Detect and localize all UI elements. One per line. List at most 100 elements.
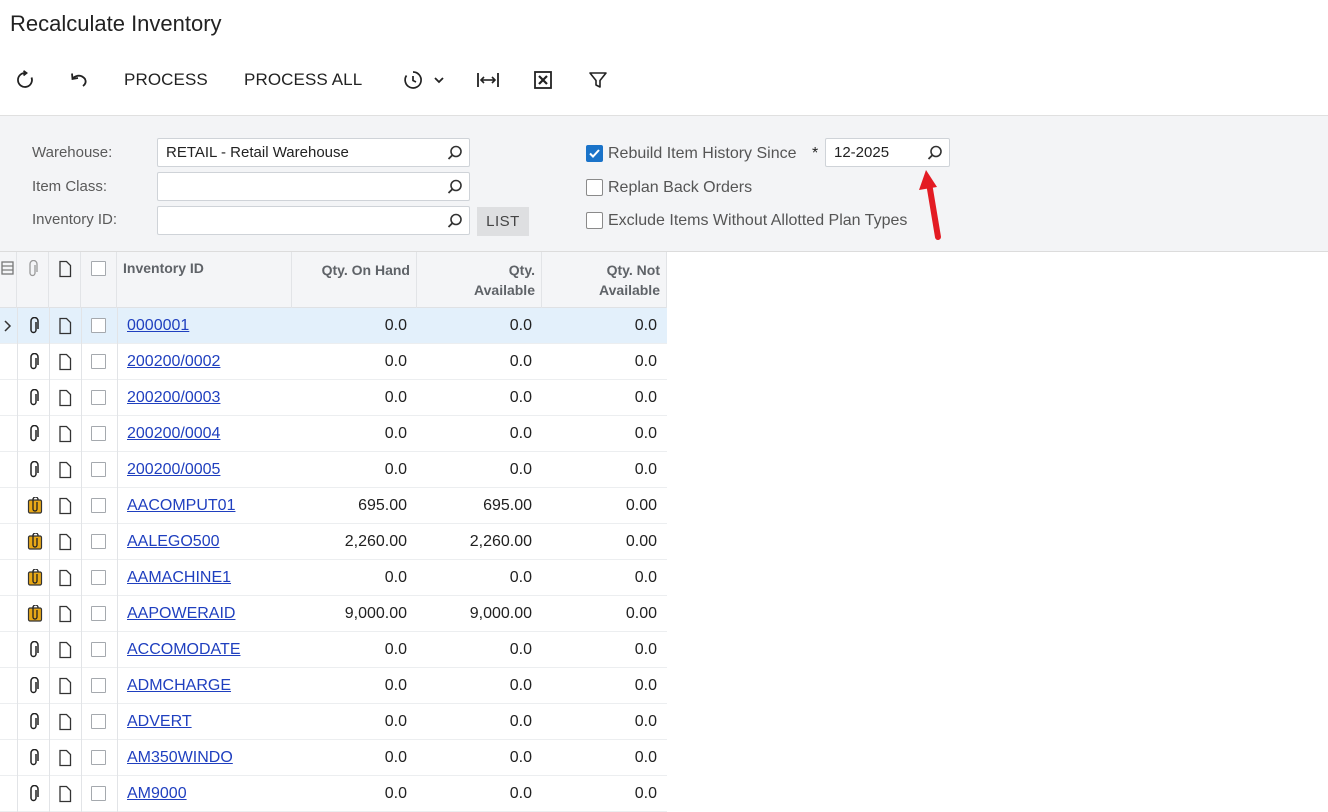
row-note-button[interactable] [58,632,76,668]
table-row[interactable]: AALEGO500 2,260.00 2,260.00 0.00 [0,524,667,560]
row-note-button[interactable] [58,704,76,740]
row-note-button[interactable] [58,416,76,452]
row-select-checkbox[interactable] [91,354,106,369]
inventory-id-link[interactable]: 200200/0002 [127,353,220,371]
inventory-id-link[interactable]: 200200/0004 [127,425,220,443]
process-button[interactable]: PROCESS [124,62,212,98]
row-note-button[interactable] [58,380,76,416]
row-select-checkbox[interactable] [91,714,106,729]
table-row[interactable]: AM350WINDO 0.0 0.0 0.0 [0,740,667,776]
row-attachment-button[interactable] [27,776,45,812]
row-attachment-button[interactable] [27,704,45,740]
paperclip-icon [30,353,39,370]
row-note-button[interactable] [58,308,76,344]
row-select-checkbox[interactable] [91,534,106,549]
table-row[interactable]: 0000001 0.0 0.0 0.0 [0,308,667,344]
row-attachment-button[interactable] [27,596,45,632]
inventory-id-link[interactable]: AM350WINDO [127,749,233,767]
row-attachment-button[interactable] [27,740,45,776]
table-row[interactable]: AAPOWERAID 9,000.00 9,000.00 0.00 [0,596,667,632]
row-note-button[interactable] [58,488,76,524]
table-row[interactable]: 200200/0003 0.0 0.0 0.0 [0,380,667,416]
inventory-id-field[interactable] [157,206,470,235]
process-all-button[interactable]: PROCESS ALL [244,62,368,98]
qty-not-available-header[interactable]: Qty. Not Available [542,252,667,308]
schedule-dropdown-button[interactable] [398,62,450,98]
row-attachment-button[interactable] [27,632,45,668]
row-select-checkbox[interactable] [91,606,106,621]
row-select-checkbox[interactable] [91,786,106,801]
inventory-id-link[interactable]: ADMCHARGE [127,677,231,695]
row-select-checkbox[interactable] [91,498,106,513]
grid-header: Inventory ID Qty. On Hand Qty. Available… [0,252,667,308]
select-all-checkbox[interactable] [91,261,106,276]
qty-available-header[interactable]: Qty. Available [417,252,542,308]
row-attachment-button[interactable] [27,416,45,452]
table-row[interactable]: AAMACHINE1 0.0 0.0 0.0 [0,560,667,596]
replan-back-orders-checkbox[interactable] [586,179,603,196]
row-select-checkbox[interactable] [91,426,106,441]
inventory-id-link[interactable]: 0000001 [127,317,189,335]
table-row[interactable]: AM9000 0.0 0.0 0.0 [0,776,667,812]
inventory-id-link[interactable]: 200200/0005 [127,461,220,479]
table-row[interactable]: ADVERT 0.0 0.0 0.0 [0,704,667,740]
row-attachment-button[interactable] [27,380,45,416]
rebuild-history-checkbox[interactable] [586,145,603,162]
row-attachment-button[interactable] [27,344,45,380]
search-icon[interactable] [446,212,464,230]
inventory-id-link[interactable]: AAMACHINE1 [127,569,231,587]
refresh-button[interactable] [12,62,38,98]
row-note-button[interactable] [58,344,76,380]
warehouse-field[interactable]: RETAIL - Retail Warehouse [157,138,470,167]
table-row[interactable]: 200200/0004 0.0 0.0 0.0 [0,416,667,452]
row-note-button[interactable] [58,668,76,704]
row-select-checkbox[interactable] [91,678,106,693]
table-row[interactable]: ADMCHARGE 0.0 0.0 0.0 [0,668,667,704]
search-icon[interactable] [926,144,944,162]
inventory-id-link[interactable]: AACOMPUT01 [127,497,235,515]
qty-on-hand-header[interactable]: Qty. On Hand [292,252,417,308]
filter-button[interactable] [585,62,611,98]
row-attachment-button[interactable] [27,452,45,488]
row-note-button[interactable] [58,740,76,776]
table-row[interactable]: 200200/0002 0.0 0.0 0.0 [0,344,667,380]
row-select-checkbox[interactable] [91,462,106,477]
undo-button[interactable] [66,62,92,98]
row-note-button[interactable] [58,524,76,560]
row-note-button[interactable] [58,452,76,488]
row-attachment-button[interactable] [27,668,45,704]
qty-on-hand-cell: 0.0 [384,641,407,658]
row-select-checkbox[interactable] [91,642,106,657]
inventory-id-link[interactable]: ADVERT [127,713,192,731]
inventory-id-header[interactable]: Inventory ID [117,252,292,308]
row-note-button[interactable] [58,560,76,596]
row-attachment-button[interactable] [27,488,45,524]
row-note-button[interactable] [58,776,76,812]
select-all-column-header[interactable] [81,252,117,308]
inventory-id-link[interactable]: 200200/0003 [127,389,220,407]
list-button[interactable]: LIST [477,207,529,236]
item-class-field[interactable] [157,172,470,201]
inventory-id-link[interactable]: AALEGO500 [127,533,220,551]
row-attachment-button[interactable] [27,524,45,560]
rebuild-period-field[interactable]: 12-2025 [825,138,950,167]
table-row[interactable]: ACCOMODATE 0.0 0.0 0.0 [0,632,667,668]
row-select-checkbox[interactable] [91,390,106,405]
row-select-checkbox[interactable] [91,318,106,333]
fit-columns-button[interactable] [474,62,502,98]
search-icon[interactable] [446,144,464,162]
table-row[interactable]: AACOMPUT01 695.00 695.00 0.00 [0,488,667,524]
row-select-checkbox[interactable] [91,750,106,765]
column-settings-header[interactable] [0,252,17,308]
export-excel-button[interactable] [530,62,556,98]
row-attachment-button[interactable] [27,560,45,596]
inventory-id-link[interactable]: AAPOWERAID [127,605,235,623]
search-icon[interactable] [446,178,464,196]
inventory-id-link[interactable]: ACCOMODATE [127,641,240,659]
exclude-items-checkbox[interactable] [586,212,603,229]
row-attachment-button[interactable] [27,308,45,344]
inventory-id-link[interactable]: AM9000 [127,785,187,803]
row-note-button[interactable] [58,596,76,632]
row-select-checkbox[interactable] [91,570,106,585]
table-row[interactable]: 200200/0005 0.0 0.0 0.0 [0,452,667,488]
